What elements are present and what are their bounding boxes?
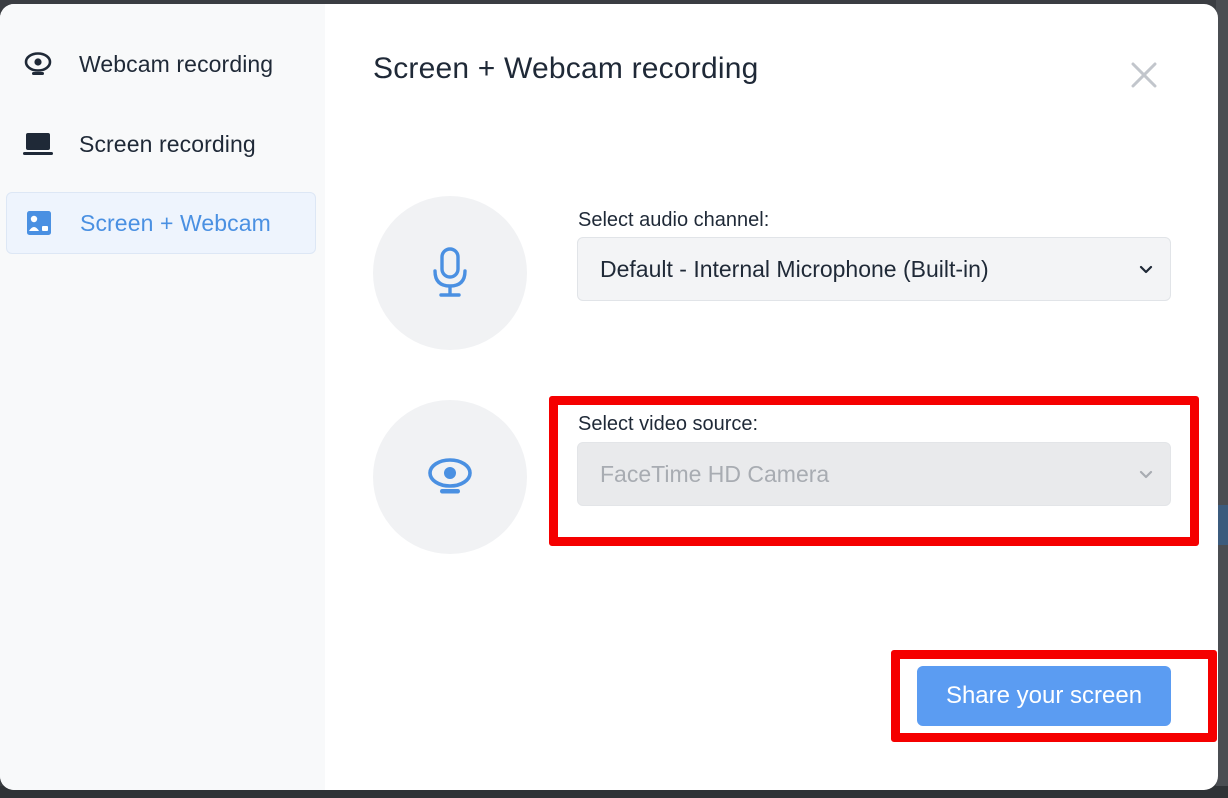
share-screen-button[interactable]: Share your screen: [917, 666, 1171, 726]
main-panel: Screen + Webcam recording Select audio c…: [325, 4, 1218, 790]
sidebar-item-screen-webcam[interactable]: Screen + Webcam: [6, 192, 316, 254]
sidebar-item-label: Webcam recording: [79, 50, 274, 77]
video-source-label: Select video source:: [578, 413, 759, 435]
chevron-down-icon: [1139, 470, 1153, 479]
audio-channel-select[interactable]: Default - Internal Microphone (Built-in): [577, 237, 1171, 301]
dialog-title: Screen + Webcam recording: [373, 52, 759, 85]
sidebar-item-label: Screen recording: [79, 130, 256, 157]
webcam-icon: [22, 48, 54, 80]
recording-mode-sidebar: Webcam recording Screen recording Screen…: [0, 4, 325, 790]
audio-channel-value: Default - Internal Microphone (Built-in): [600, 255, 989, 282]
sidebar-item-label: Screen + Webcam: [80, 209, 271, 236]
screen-webcam-icon: [23, 207, 55, 239]
close-button[interactable]: [1127, 58, 1161, 92]
sidebar-item-screen-recording[interactable]: Screen recording: [6, 113, 316, 175]
close-icon: [1131, 62, 1157, 88]
laptop-icon: [22, 128, 54, 160]
webcam-icon: [428, 458, 472, 494]
video-icon-circle: [373, 400, 527, 554]
recording-dialog: Webcam recording Screen recording Screen…: [0, 4, 1218, 790]
sidebar-item-webcam-recording[interactable]: Webcam recording: [6, 33, 316, 95]
audio-channel-label: Select audio channel:: [578, 209, 770, 231]
video-source-value: FaceTime HD Camera: [600, 460, 830, 487]
video-source-select[interactable]: FaceTime HD Camera: [577, 442, 1171, 506]
chevron-down-icon: [1139, 265, 1153, 274]
microphone-icon: [433, 247, 467, 297]
audio-icon-circle: [373, 196, 527, 350]
